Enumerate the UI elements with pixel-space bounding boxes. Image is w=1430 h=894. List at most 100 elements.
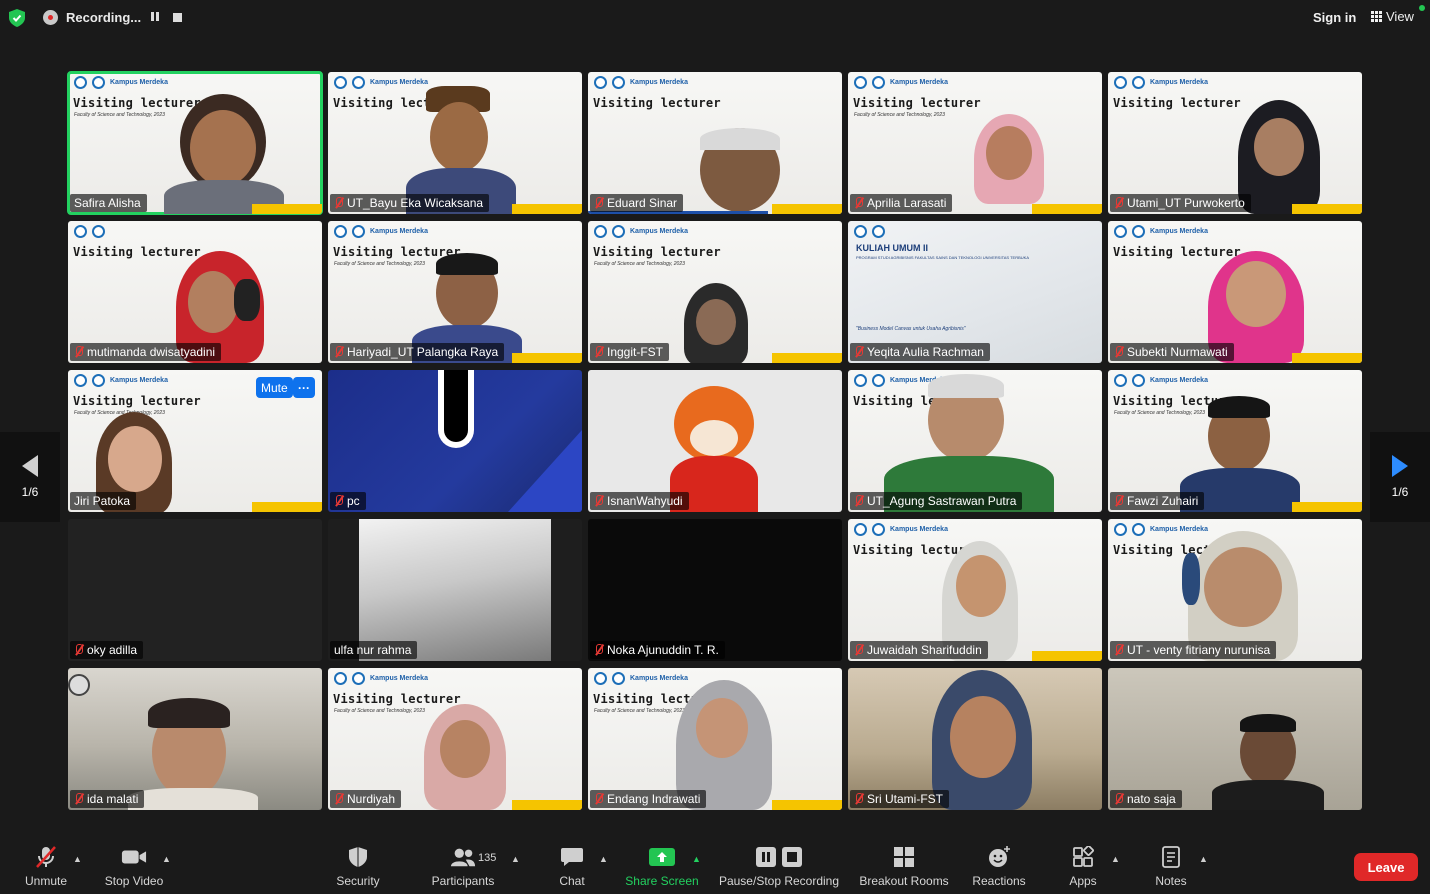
participant-name-tag: Hariyadi_UT Palangka Raya bbox=[330, 343, 505, 361]
apps-icon bbox=[1070, 846, 1096, 868]
security-shield-icon[interactable] bbox=[9, 9, 25, 27]
slide-subtitle: Faculty of Science and Technology, 2023 bbox=[74, 112, 165, 118]
muted-mic-icon bbox=[1114, 644, 1123, 656]
video-tile[interactable]: Kampus Merdeka Visiting lecturer Faculty… bbox=[328, 221, 582, 363]
video-tile[interactable]: Kampus Merdeka Visiting lecturer UT_Bayu… bbox=[328, 72, 582, 214]
meeting-toolbar: Unmute ▲ Stop Video ▲ Security Participa… bbox=[0, 840, 1430, 894]
breakout-rooms-button[interactable]: Breakout Rooms bbox=[856, 840, 952, 894]
muted-mic-icon bbox=[33, 846, 59, 868]
pause-recording-icon[interactable] bbox=[149, 11, 161, 23]
ministry-logo-icon bbox=[872, 523, 885, 536]
participants-icon bbox=[450, 846, 476, 868]
ministry-logo-icon bbox=[872, 76, 885, 89]
video-options-caret-icon[interactable]: ▲ bbox=[162, 854, 171, 864]
participant-face bbox=[190, 110, 256, 186]
university-logo-icon bbox=[594, 225, 607, 238]
ministry-logo-icon bbox=[612, 76, 625, 89]
video-tile[interactable]: Kampus Merdeka Visiting lecturer Faculty… bbox=[588, 668, 842, 810]
ministry-logo-icon bbox=[1132, 225, 1145, 238]
tile-more-options-button[interactable]: ··· bbox=[293, 377, 315, 398]
video-tile[interactable]: Noka Ajunuddin T. R. bbox=[588, 519, 842, 661]
video-tile[interactable]: Kampus Merdeka Visiting lecturer Subekti… bbox=[1108, 221, 1362, 363]
participant-body bbox=[128, 788, 258, 810]
view-button[interactable]: View bbox=[1371, 9, 1414, 24]
ministry-logo-icon bbox=[872, 374, 885, 387]
notes-icon bbox=[1158, 846, 1184, 868]
participant-name-tag: Yeqita Aulia Rachman bbox=[850, 343, 990, 361]
share-screen-button[interactable]: Share Screen bbox=[622, 840, 702, 894]
reactions-button[interactable]: Reactions bbox=[968, 840, 1030, 894]
chat-button[interactable]: Chat bbox=[552, 840, 592, 894]
sign-in-link[interactable]: Sign in bbox=[1313, 10, 1356, 25]
muted-mic-icon bbox=[1114, 793, 1123, 805]
university-logo-icon bbox=[74, 225, 87, 238]
video-tile[interactable]: Kampus Merdeka Visiting lecturer Faculty… bbox=[588, 221, 842, 363]
university-logo-icon bbox=[854, 225, 867, 238]
pause-stop-recording-button[interactable]: Pause/Stop Recording bbox=[714, 840, 844, 894]
video-tile[interactable]: Kampus Merdeka Visiting lecturer Faculty… bbox=[848, 72, 1102, 214]
participant-name-tag: pc bbox=[330, 492, 366, 510]
university-logo-icon bbox=[74, 374, 87, 387]
participant-name-tag: nato saja bbox=[1110, 790, 1182, 808]
video-tile[interactable]: ulfa nur rahma bbox=[328, 519, 582, 661]
university-logo-icon bbox=[854, 76, 867, 89]
video-tile[interactable]: Kampus Merdeka Visiting lecturer UT - ve… bbox=[1108, 519, 1362, 661]
stop-video-button[interactable]: Stop Video bbox=[100, 840, 168, 894]
next-page-button[interactable]: 1/6 bbox=[1370, 432, 1430, 522]
participant-face bbox=[696, 698, 748, 758]
video-tile[interactable]: IsnanWahyudi bbox=[588, 370, 842, 512]
video-tile[interactable]: Visiting lecturer mutimanda dwisatyadini bbox=[68, 221, 322, 363]
university-logo-icon bbox=[334, 76, 347, 89]
headphones-icon bbox=[1182, 553, 1200, 605]
muted-mic-icon bbox=[594, 197, 603, 209]
ceiling-video bbox=[359, 519, 551, 661]
muted-mic-icon bbox=[1114, 197, 1123, 209]
stop-recording-icon[interactable] bbox=[173, 13, 182, 22]
unmute-button[interactable]: Unmute bbox=[20, 840, 72, 894]
ministry-logo-icon bbox=[1132, 523, 1145, 536]
video-tile[interactable]: ida malati bbox=[68, 668, 322, 810]
security-shield-icon bbox=[345, 846, 371, 868]
video-tile[interactable]: Kampus Merdeka Visiting lecturer Faculty… bbox=[68, 370, 322, 512]
video-tile[interactable]: KULIAH UMUM II PROGRAM STUDI AGRIBISNIS … bbox=[848, 221, 1102, 363]
participants-options-caret-icon[interactable]: ▲ bbox=[511, 854, 520, 864]
muted-mic-icon bbox=[594, 793, 603, 805]
muted-mic-icon bbox=[854, 346, 863, 358]
audio-options-caret-icon[interactable]: ▲ bbox=[73, 854, 82, 864]
muted-mic-icon bbox=[594, 346, 603, 358]
video-tile[interactable]: Kampus Merdeka Visiting lecturer Utami_U… bbox=[1108, 72, 1362, 214]
leave-button[interactable]: Leave bbox=[1354, 853, 1418, 881]
participant-name-tag: Sri Utami-FST bbox=[850, 790, 949, 808]
security-button[interactable]: Security bbox=[330, 840, 386, 894]
ministry-logo-icon bbox=[92, 76, 105, 89]
ministry-logo-icon bbox=[612, 225, 625, 238]
apps-options-caret-icon[interactable]: ▲ bbox=[1111, 854, 1120, 864]
share-screen-icon bbox=[649, 846, 675, 868]
previous-page-button[interactable]: 1/6 bbox=[0, 432, 60, 522]
participant-hair bbox=[436, 253, 498, 275]
participants-button[interactable]: Participants bbox=[428, 840, 498, 894]
video-tile[interactable]: Kampus Merdeka Visiting lecturer Faculty… bbox=[67, 71, 323, 215]
chat-options-caret-icon[interactable]: ▲ bbox=[599, 854, 608, 864]
ministry-logo-icon bbox=[92, 374, 105, 387]
notes-options-caret-icon[interactable]: ▲ bbox=[1199, 854, 1208, 864]
video-tile[interactable]: nato saja bbox=[1108, 668, 1362, 810]
video-tile[interactable]: oky adilla bbox=[68, 519, 322, 661]
share-options-caret-icon[interactable]: ▲ bbox=[692, 854, 701, 864]
video-tile[interactable]: Kampus Merdeka Visiting lecturer Faculty… bbox=[328, 668, 582, 810]
muted-mic-icon bbox=[334, 495, 343, 507]
university-logo-icon bbox=[1114, 523, 1127, 536]
video-tile[interactable]: Kampus Merdeka Visiting lecturer Juwaida… bbox=[848, 519, 1102, 661]
video-tile[interactable]: Kampus Merdeka Visiting lecturer Faculty… bbox=[1108, 370, 1362, 512]
tile-mute-button[interactable]: Mute bbox=[256, 377, 293, 398]
university-logo-icon bbox=[594, 672, 607, 685]
video-tile[interactable]: Kampus Merdeka Visiting lecturer Eduard … bbox=[588, 72, 842, 214]
ministry-logo-icon bbox=[872, 225, 885, 238]
video-tile[interactable]: pc bbox=[328, 370, 582, 512]
apps-button[interactable]: Apps bbox=[1064, 840, 1102, 894]
video-tile[interactable]: Kampus Merdeka Visiting lecturer UT_Agun… bbox=[848, 370, 1102, 512]
university-logo-icon bbox=[334, 672, 347, 685]
ministry-logo-icon bbox=[1132, 76, 1145, 89]
notes-button[interactable]: Notes bbox=[1150, 840, 1192, 894]
video-tile[interactable]: Sri Utami-FST bbox=[848, 668, 1102, 810]
